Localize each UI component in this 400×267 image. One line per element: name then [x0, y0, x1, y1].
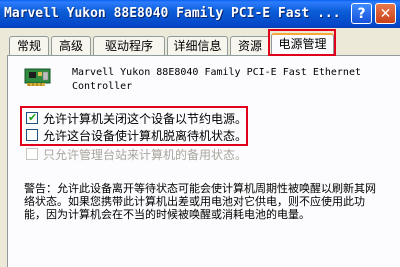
- network-card-icon: [24, 68, 51, 86]
- allow-power-off-checkbox[interactable]: ✔: [26, 111, 38, 124]
- tab-label: 常规: [16, 39, 41, 53]
- management-station-label: 只允许管理台站来计算机的备用状态。: [43, 147, 248, 162]
- management-station-option: 只允许管理台站来计算机的备用状态。: [26, 146, 247, 162]
- allow-wake-checkbox[interactable]: [26, 129, 38, 141]
- tab-resources[interactable]: 资源: [230, 36, 270, 55]
- tab-label: 高级: [58, 39, 83, 53]
- checkmark-icon: ✔: [28, 111, 38, 124]
- tab-label: 驱动程序: [104, 39, 153, 53]
- tab-strip: 常规 高级 驱动程序 详细信息 资源 电源管理: [0, 32, 400, 56]
- tab-driver[interactable]: 驱动程序: [93, 36, 165, 55]
- tab-details[interactable]: 详细信息: [167, 36, 228, 55]
- close-button[interactable]: ✕: [375, 3, 396, 24]
- tab-label: 资源: [237, 39, 262, 53]
- tab-general[interactable]: 常规: [9, 36, 49, 55]
- allow-wake-label: 允许这台设备使计算机脱离待机状态。: [43, 128, 248, 143]
- allow-power-off-label: 允许计算机关闭这个设备以节约电源。: [43, 111, 248, 126]
- window-title: Marvell Yukon 88E8040 Family PCI-E Fast …: [4, 6, 341, 21]
- management-station-checkbox: [26, 148, 38, 160]
- warning-text: 警告：允许此设备离开等待状态可能会使计算机周期性被唤醒以刷新其网络状态。如果您携…: [24, 182, 376, 221]
- device-name: Marvell Yukon 88E8040 Family PCI-E Fast …: [72, 67, 361, 92]
- close-icon: ✕: [379, 5, 392, 22]
- allow-wake-option[interactable]: 允许这台设备使计算机脱离待机状态。: [26, 127, 247, 143]
- tab-highlight-box: [268, 29, 336, 56]
- tab-label: 详细信息: [173, 39, 222, 53]
- title-bar[interactable]: Marvell Yukon 88E8040 Family PCI-E Fast …: [0, 0, 400, 28]
- help-button[interactable]: ?: [351, 3, 372, 24]
- tab-advanced[interactable]: 高级: [51, 36, 91, 55]
- allow-power-off-option[interactable]: ✔ 允许计算机关闭这个设备以节约电源。: [26, 110, 247, 126]
- help-icon: ?: [357, 5, 366, 22]
